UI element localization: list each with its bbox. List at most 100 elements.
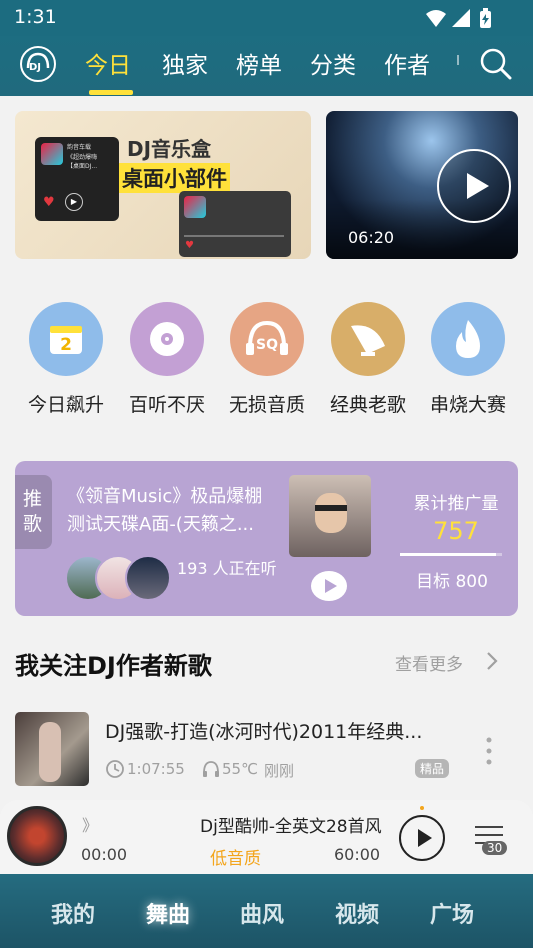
category-label: 经典老歌	[329, 394, 406, 416]
promo-title: 《领音Music》极品爆棚测试天碟A面-(天籁之...	[67, 486, 263, 535]
gramophone-icon	[331, 302, 405, 376]
stat-label: 累计推广量	[413, 494, 499, 514]
player-total: 60:00	[334, 845, 381, 864]
play-icon	[467, 173, 489, 199]
top-header: DJ 今日 独家 榜单 分类 作者	[0, 36, 533, 96]
category-label: 百听不厌	[128, 394, 205, 416]
video-duration: 06:20	[348, 228, 395, 247]
category-medley[interactable]: 串烧大赛	[418, 302, 518, 417]
bottom-nav: 我的 舞曲 曲风 视频 广场	[0, 874, 533, 948]
clock-icon	[106, 760, 124, 778]
category-classics[interactable]: 经典老歌	[318, 302, 418, 417]
banner-video[interactable]: 06:20	[326, 111, 518, 259]
tab-categories[interactable]: 分类	[310, 46, 356, 80]
more-options-icon[interactable]	[484, 735, 494, 767]
active-tab-indicator	[89, 90, 133, 95]
category-label: 今日飙升	[27, 394, 104, 416]
target-label: 目标 800	[416, 572, 488, 592]
widget-preview-card: 韵音车载 《超劲爆嗨 【桌面DJ... ♥ ▶	[35, 137, 119, 221]
widget-line2: 《超劲爆嗨	[67, 154, 98, 161]
svg-text:SQ: SQ	[256, 337, 278, 353]
cover-face	[315, 493, 347, 533]
widget-line1: 韵音车载	[67, 144, 92, 151]
album-thumb-2	[184, 196, 206, 218]
widget-preview-card-2: ♥	[179, 191, 291, 257]
category-evergreen[interactable]: 百听不厌	[117, 302, 217, 417]
category-trending[interactable]: 2 今日飙升	[16, 302, 116, 417]
tab-authors[interactable]: 作者	[384, 46, 430, 80]
player-track-title: Dj型酷帅-全英文28首风	[200, 817, 382, 837]
banner-title: DJ音乐盒	[127, 137, 212, 161]
song-time: 刚刚	[264, 762, 295, 780]
logo-text: DJ	[29, 62, 42, 73]
search-icon[interactable]	[479, 47, 513, 81]
expand-lyrics-icon[interactable]: 》	[82, 812, 98, 836]
calendar-icon: 2	[29, 302, 103, 376]
promo-progress-track	[400, 553, 502, 556]
promo-progress-fill	[400, 553, 497, 556]
progress-dot	[420, 806, 424, 810]
banner-subtitle: 桌面小部件	[119, 163, 230, 193]
category-lossless[interactable]: SQ 无损音质	[217, 302, 317, 417]
nav-plaza[interactable]: 广场	[430, 897, 474, 929]
promo-tag: 推歌	[15, 475, 52, 549]
section-title: 我关注DJ作者新歌	[15, 652, 212, 680]
promo-card[interactable]: 推歌 《领音Music》极品爆棚测试天碟A面-(天籁之... 193 人正在听 …	[15, 461, 518, 616]
player-play-button[interactable]	[399, 815, 445, 861]
status-time: 1:31	[14, 6, 57, 28]
tab-today[interactable]: 今日	[85, 46, 131, 80]
quality-badge: 精品	[415, 759, 450, 778]
player-album-art[interactable]	[7, 806, 67, 866]
heart-icon: ♥	[43, 195, 55, 210]
nav-mine[interactable]: 我的	[51, 897, 95, 929]
headphones-icon	[203, 761, 219, 777]
promo-tag-text: 推歌	[23, 488, 43, 535]
song-title: DJ强歌-打造(冰河时代)2011年经典...	[105, 721, 423, 743]
signal-icon	[452, 9, 470, 27]
listener-avatars	[65, 555, 175, 601]
video-play-button[interactable]	[437, 149, 511, 223]
promo-play-button[interactable]	[311, 571, 347, 601]
see-more-link[interactable]: 查看更多	[395, 650, 463, 675]
song-temperature: 55℃	[222, 760, 258, 778]
avatar	[125, 555, 171, 601]
cover-glasses	[315, 505, 347, 511]
tab-exclusive[interactable]: 独家	[162, 46, 208, 80]
app-logo[interactable]: DJ	[20, 46, 56, 82]
player-quality[interactable]: 低音质	[210, 844, 261, 869]
play-mini-icon: ▶	[65, 193, 83, 211]
stat-value: 757	[433, 517, 479, 545]
headphones-sq-icon: SQ	[230, 302, 304, 376]
flame-icon	[431, 302, 505, 376]
heart-icon-2: ♥	[185, 240, 194, 251]
status-bar: 1:31	[0, 0, 533, 36]
nav-video[interactable]: 视频	[335, 897, 379, 929]
player-elapsed: 00:00	[81, 845, 128, 864]
status-icons	[426, 8, 491, 28]
category-label: 无损音质	[228, 394, 305, 416]
tab-divider	[457, 55, 459, 65]
nav-genre[interactable]: 曲风	[240, 897, 284, 929]
album-thumb	[41, 143, 63, 165]
chevron-right-icon[interactable]	[484, 651, 500, 671]
svg-text:2: 2	[60, 335, 72, 355]
tab-charts[interactable]: 榜单	[236, 46, 282, 80]
category-label: 串烧大赛	[429, 394, 506, 416]
mini-player[interactable]: 》 Dj型酷帅-全英文28首风 00:00 低音质 60:00 30	[0, 800, 533, 874]
promo-cover	[289, 475, 371, 557]
play-icon	[325, 579, 337, 593]
song-row[interactable]: DJ强歌-打造(冰河时代)2011年经典... 1:07:55 55℃ 刚刚 精…	[0, 705, 533, 795]
queue-count-badge: 30	[482, 841, 508, 855]
banner-widget[interactable]: 韵音车载 《超劲爆嗨 【桌面DJ... ♥ ▶ DJ音乐盒 桌面小部件 ♥	[15, 111, 311, 259]
play-icon	[418, 829, 432, 847]
widget-progress	[184, 235, 284, 237]
listener-count: 193 人正在听	[177, 559, 277, 578]
song-cover	[15, 712, 89, 786]
song-duration: 1:07:55	[127, 760, 185, 778]
nav-dance[interactable]: 舞曲	[146, 897, 190, 929]
wifi-icon	[426, 10, 446, 27]
disc-icon	[130, 302, 204, 376]
battery-icon	[480, 8, 491, 28]
widget-line3: 【桌面DJ...	[67, 163, 98, 170]
cover-figure	[39, 722, 61, 782]
